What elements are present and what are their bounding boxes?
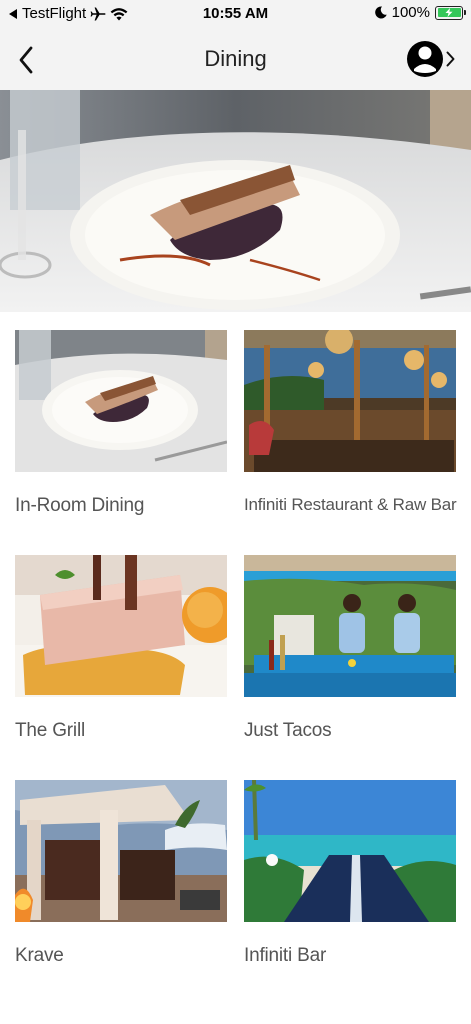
battery-charging-icon [435,5,466,20]
chevron-left-icon [19,46,33,74]
restaurant-card-infiniti-bar[interactable]: Infiniti Bar [244,780,456,967]
back-button[interactable] [8,42,44,78]
navigation-bar: Dining [0,30,471,90]
chevron-right-icon [446,51,455,67]
airplane-icon [90,7,106,20]
wifi-icon [110,7,128,20]
restaurant-card-krave[interactable]: Krave [15,780,227,967]
restaurant-name: Infiniti Restaurant & Raw Bar [244,495,457,514]
restaurant-card-the-grill[interactable]: The Grill [15,555,227,742]
restaurant-card-infiniti-restaurant[interactable]: Infiniti Restaurant & Raw Bar [244,330,457,515]
carrier-label[interactable]: TestFlight [22,5,86,22]
restaurant-name: The Grill [15,720,85,741]
status-right: 100% [374,4,466,21]
infiniti-bar-image [244,780,456,922]
restaurant-name: In-Room Dining [15,495,145,516]
restaurant-name: Just Tacos [244,720,332,741]
hero-image [0,90,471,312]
restaurant-card-in-room-dining[interactable]: In-Room Dining [15,330,227,517]
restaurant-name: Krave [15,945,64,966]
status-bar: TestFlight 10:55 AM 100% [0,0,471,30]
moon-icon [374,6,387,19]
restaurant-name: Infiniti Bar [244,945,327,966]
infiniti-restaurant-image [244,330,456,472]
in-room-dining-image [15,330,227,472]
status-left: TestFlight [8,5,128,22]
the-grill-image [15,555,227,697]
back-to-app-icon[interactable] [8,8,18,20]
restaurant-card-just-tacos[interactable]: Just Tacos [244,555,456,742]
profile-button[interactable] [406,38,455,80]
battery-percent: 100% [391,4,430,21]
page-title: Dining [204,46,267,71]
krave-image [15,780,227,922]
just-tacos-image [244,555,456,697]
user-circle-icon [407,41,443,77]
